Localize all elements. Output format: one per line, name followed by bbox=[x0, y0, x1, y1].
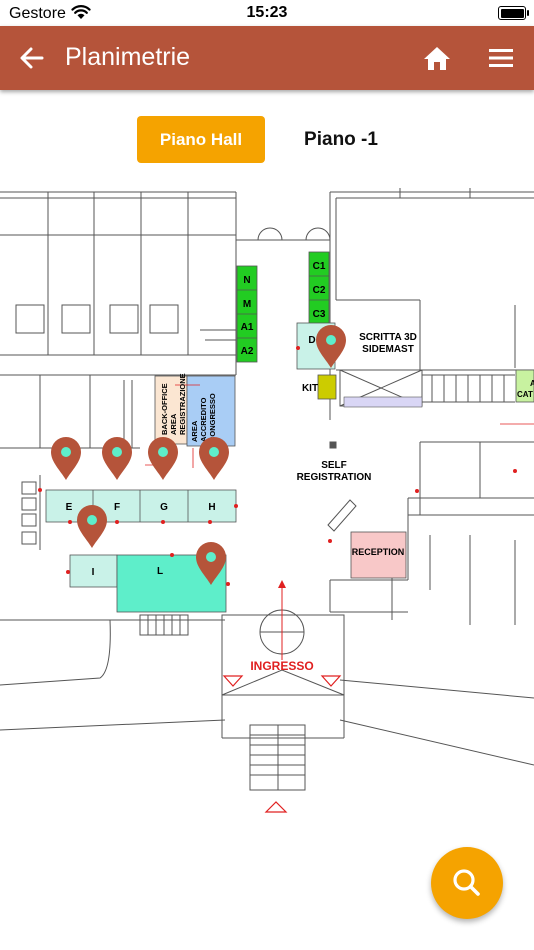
booth-label-d: D bbox=[308, 335, 315, 346]
kit-label: KIT bbox=[302, 383, 318, 394]
booth-label: M bbox=[243, 299, 251, 310]
ingresso-label: INGRESSO bbox=[250, 659, 313, 673]
stand-label: E bbox=[66, 502, 73, 513]
status-time: 15:23 bbox=[246, 4, 288, 21]
app-bar: Planimetrie bbox=[0, 26, 534, 90]
back-office-label-3: REGISTRAZIONE bbox=[178, 373, 187, 435]
booth-label: N bbox=[243, 275, 250, 286]
home-icon[interactable] bbox=[422, 44, 452, 72]
back-office-label-1: BACK-OFFICE bbox=[160, 383, 169, 435]
stand-label: G bbox=[160, 502, 168, 513]
battery-icon bbox=[498, 6, 529, 20]
colored-areas bbox=[45, 251, 534, 613]
booth-label: C3 bbox=[313, 309, 326, 320]
search-icon bbox=[453, 869, 480, 896]
map-pin-icon[interactable] bbox=[199, 437, 229, 480]
map-pin-icon[interactable] bbox=[102, 437, 132, 480]
tab-piano-hall[interactable]: Piano Hall bbox=[137, 116, 265, 163]
walls bbox=[0, 188, 534, 791]
booth-label: A2 bbox=[241, 346, 254, 357]
stand-label: F bbox=[114, 502, 120, 513]
floor-plan-map[interactable]: N M A1 A2 C1 C2 C3 D KIT SCRITTA 3D SIDE… bbox=[0, 180, 534, 820]
accredito-label-1: AREA bbox=[190, 420, 199, 442]
accredito-label-2: ACCREDITO bbox=[199, 397, 208, 442]
page-title: Planimetrie bbox=[65, 43, 191, 71]
booth-label: A1 bbox=[241, 322, 254, 333]
tab-piano-meno-1[interactable]: Piano -1 bbox=[283, 116, 399, 163]
accredito-label-3: CONGRESSO bbox=[208, 393, 217, 442]
self-registration-label-2: REGISTRATION bbox=[297, 472, 372, 483]
booth-label: C2 bbox=[313, 285, 326, 296]
edge-label-a: A bbox=[530, 379, 534, 388]
floor-tabs: Piano Hall Piano -1 bbox=[0, 116, 534, 163]
scritta-label-2: SIDEMAST bbox=[362, 344, 414, 355]
status-bar: Gestore 15:23 bbox=[0, 0, 534, 26]
stand-label: I bbox=[92, 567, 95, 578]
map-pin-icon[interactable] bbox=[77, 505, 107, 548]
self-registration-label-1: SELF bbox=[321, 460, 347, 471]
map-pin-icon[interactable] bbox=[148, 437, 178, 480]
search-button[interactable] bbox=[431, 847, 503, 919]
edge-label-cat: CAT bbox=[517, 390, 533, 399]
map-pin-icon[interactable] bbox=[51, 437, 81, 480]
arrow-left-icon[interactable] bbox=[18, 44, 46, 72]
stand-label: H bbox=[208, 502, 215, 513]
reception-label: RECEPTION bbox=[352, 547, 405, 557]
back-office-label-2: AREA bbox=[169, 413, 178, 435]
stand-label: L bbox=[157, 566, 163, 577]
booth-label: C1 bbox=[313, 261, 326, 272]
menu-icon[interactable] bbox=[487, 46, 515, 70]
scritta-label-1: SCRITTA 3D bbox=[359, 332, 417, 343]
